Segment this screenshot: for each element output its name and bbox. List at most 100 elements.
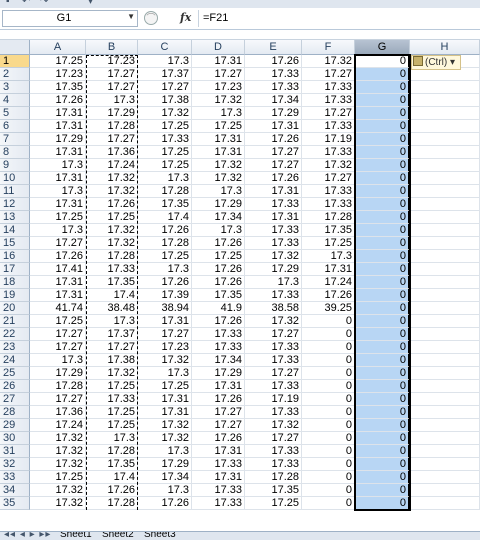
row-header[interactable]: 24 [0, 354, 30, 367]
cell-g35[interactable]: 0 [355, 497, 410, 510]
name-box[interactable]: G1 ▼ [2, 10, 138, 27]
cell-d16[interactable]: 17.25 [192, 250, 245, 263]
cell-e7[interactable]: 17.26 [245, 133, 302, 146]
cell-f23[interactable]: 0 [302, 341, 355, 354]
cell-h7[interactable] [410, 133, 480, 146]
row-header[interactable]: 18 [0, 276, 30, 289]
cell-h27[interactable] [410, 393, 480, 406]
cell-e29[interactable]: 17.32 [245, 419, 302, 432]
cell-b25[interactable]: 17.32 [86, 367, 138, 380]
cell-b13[interactable]: 17.25 [86, 211, 138, 224]
cell-f32[interactable]: 0 [302, 458, 355, 471]
cell-c31[interactable]: 17.3 [138, 445, 192, 458]
cell-g32[interactable]: 0 [355, 458, 410, 471]
cell-e25[interactable]: 17.27 [245, 367, 302, 380]
cell-f29[interactable]: 0 [302, 419, 355, 432]
cell-c12[interactable]: 17.35 [138, 198, 192, 211]
cell-g33[interactable]: 0 [355, 471, 410, 484]
cell-d26[interactable]: 17.31 [192, 380, 245, 393]
cell-h24[interactable] [410, 354, 480, 367]
cell-h14[interactable] [410, 224, 480, 237]
cell-h29[interactable] [410, 419, 480, 432]
cell-a27[interactable]: 17.27 [30, 393, 86, 406]
cell-g2[interactable]: 0 [355, 68, 410, 81]
cell-h25[interactable] [410, 367, 480, 380]
cell-a14[interactable]: 17.3 [30, 224, 86, 237]
cell-h31[interactable] [410, 445, 480, 458]
cell-d29[interactable]: 17.27 [192, 419, 245, 432]
row-header[interactable]: 5 [0, 107, 30, 120]
cell-h13[interactable] [410, 211, 480, 224]
cell-d2[interactable]: 17.27 [192, 68, 245, 81]
save-icon[interactable]: ▪ [6, 0, 10, 7]
cell-e27[interactable]: 17.19 [245, 393, 302, 406]
cell-f28[interactable]: 0 [302, 406, 355, 419]
cell-d21[interactable]: 17.26 [192, 315, 245, 328]
cell-c24[interactable]: 17.32 [138, 354, 192, 367]
cell-a7[interactable]: 17.29 [30, 133, 86, 146]
row-header[interactable]: 27 [0, 393, 30, 406]
cell-d6[interactable]: 17.25 [192, 120, 245, 133]
row-header[interactable]: 22 [0, 328, 30, 341]
cell-d7[interactable]: 17.31 [192, 133, 245, 146]
row-header[interactable]: 19 [0, 289, 30, 302]
cell-e8[interactable]: 17.27 [245, 146, 302, 159]
cell-b14[interactable]: 17.32 [86, 224, 138, 237]
cell-e14[interactable]: 17.33 [245, 224, 302, 237]
cell-c16[interactable]: 17.25 [138, 250, 192, 263]
cell-b2[interactable]: 17.27 [86, 68, 138, 81]
cell-f8[interactable]: 17.33 [302, 146, 355, 159]
cell-d28[interactable]: 17.27 [192, 406, 245, 419]
cell-b1[interactable]: 17.23 [86, 55, 138, 68]
cell-c5[interactable]: 17.32 [138, 107, 192, 120]
row-header[interactable]: 26 [0, 380, 30, 393]
sheet-tab-3[interactable]: Sheet3 [144, 532, 176, 540]
cell-h22[interactable] [410, 328, 480, 341]
cell-a13[interactable]: 17.25 [30, 211, 86, 224]
row-header[interactable]: 30 [0, 432, 30, 445]
cell-h17[interactable] [410, 263, 480, 276]
cell-g8[interactable]: 0 [355, 146, 410, 159]
cell-c23[interactable]: 17.23 [138, 341, 192, 354]
cell-e32[interactable]: 17.33 [245, 458, 302, 471]
cell-e17[interactable]: 17.29 [245, 263, 302, 276]
cell-f12[interactable]: 17.33 [302, 198, 355, 211]
cell-a5[interactable]: 17.31 [30, 107, 86, 120]
cell-b5[interactable]: 17.29 [86, 107, 138, 120]
cell-e21[interactable]: 17.32 [245, 315, 302, 328]
row-header[interactable]: 25 [0, 367, 30, 380]
cell-a12[interactable]: 17.31 [30, 198, 86, 211]
cell-g5[interactable]: 0 [355, 107, 410, 120]
sheet-tab-2[interactable]: Sheet2 [102, 532, 134, 540]
cell-a21[interactable]: 17.25 [30, 315, 86, 328]
cell-f27[interactable]: 0 [302, 393, 355, 406]
cell-b32[interactable]: 17.35 [86, 458, 138, 471]
cell-g23[interactable]: 0 [355, 341, 410, 354]
cell-c11[interactable]: 17.28 [138, 185, 192, 198]
cell-a32[interactable]: 17.32 [30, 458, 86, 471]
row-header[interactable]: 16 [0, 250, 30, 263]
cell-g6[interactable]: 0 [355, 120, 410, 133]
row-header[interactable]: 4 [0, 94, 30, 107]
cell-b10[interactable]: 17.32 [86, 172, 138, 185]
cell-e34[interactable]: 17.35 [245, 484, 302, 497]
cell-h34[interactable] [410, 484, 480, 497]
cell-c13[interactable]: 17.4 [138, 211, 192, 224]
column-header-e[interactable]: E [245, 40, 302, 55]
row-header[interactable]: 9 [0, 159, 30, 172]
cell-b20[interactable]: 38.48 [86, 302, 138, 315]
cell-e12[interactable]: 17.33 [245, 198, 302, 211]
cell-a24[interactable]: 17.3 [30, 354, 86, 367]
cell-b8[interactable]: 17.36 [86, 146, 138, 159]
cell-h23[interactable] [410, 341, 480, 354]
cell-d1[interactable]: 17.31 [192, 55, 245, 68]
formula-input[interactable]: =F21 [198, 10, 478, 27]
cell-h15[interactable] [410, 237, 480, 250]
row-header[interactable]: 13 [0, 211, 30, 224]
cell-a18[interactable]: 17.31 [30, 276, 86, 289]
cell-g14[interactable]: 0 [355, 224, 410, 237]
cell-a1[interactable]: 17.25 [30, 55, 86, 68]
cell-g22[interactable]: 0 [355, 328, 410, 341]
cell-f18[interactable]: 17.24 [302, 276, 355, 289]
cell-d20[interactable]: 41.9 [192, 302, 245, 315]
